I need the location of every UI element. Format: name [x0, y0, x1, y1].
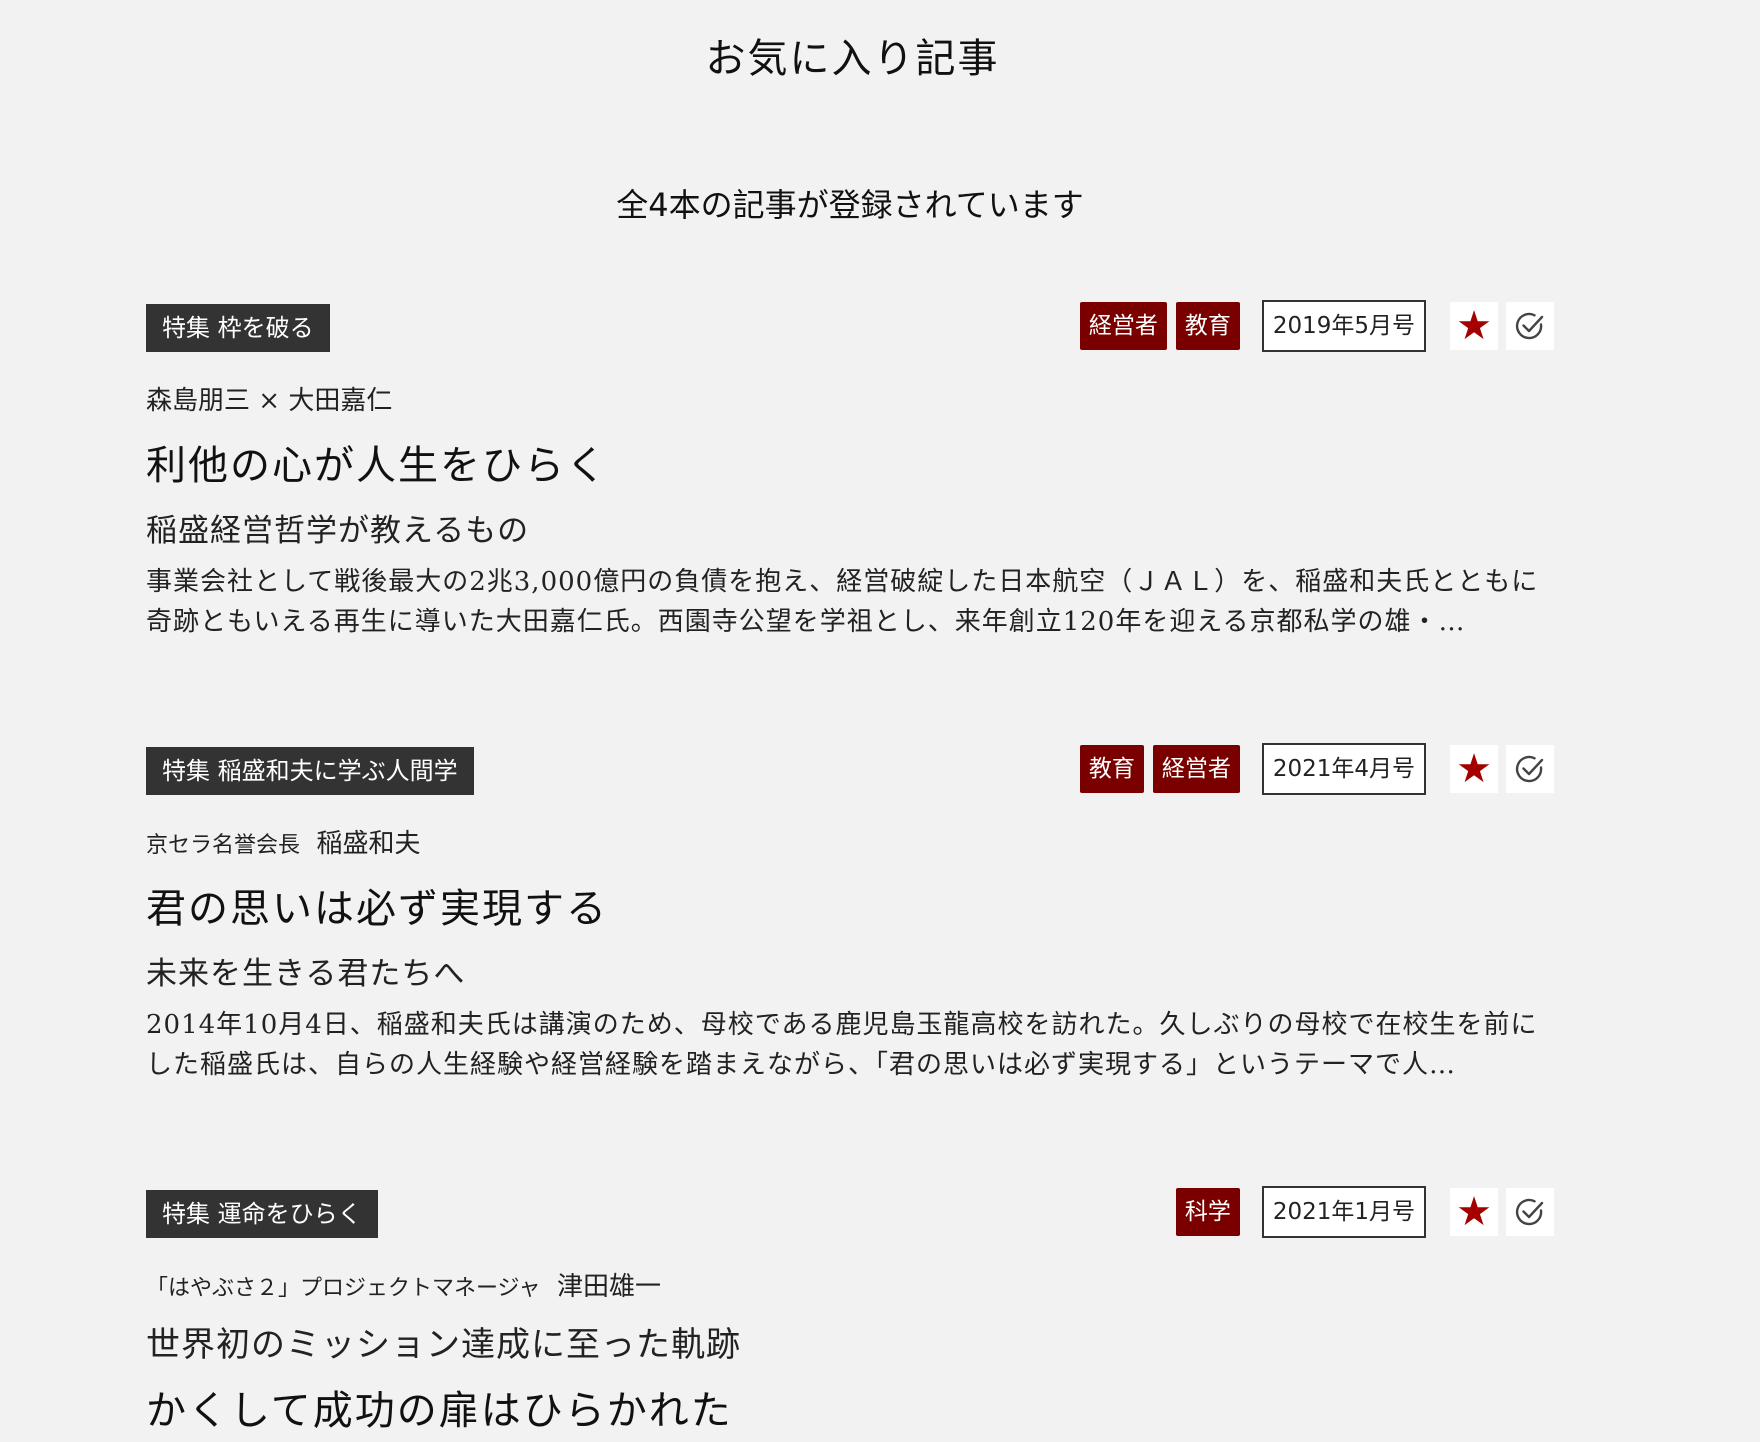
article-subhead: 稲盛経営哲学が教えるもの: [146, 513, 530, 549]
author-org: 京セラ名誉会長: [146, 833, 301, 858]
category-tag[interactable]: 教育: [1079, 745, 1144, 793]
issue-badge[interactable]: 2021年1月号: [1261, 1186, 1426, 1238]
article-headline[interactable]: 利他の心が人生をひらく: [146, 433, 1554, 491]
article-excerpt: 2014年10月4日、稲盛和夫氏は講演のため、母校である鹿児島玉龍高校を訪れた。…: [146, 1010, 1538, 1080]
issue-badge[interactable]: 2019年5月号: [1261, 300, 1426, 352]
mark-read-button[interactable]: [1506, 1188, 1554, 1236]
star-icon: ★: [1456, 303, 1492, 349]
star-icon: ★: [1456, 1189, 1492, 1235]
article-author: 森島朋三 × 大田嘉仁: [146, 380, 1554, 417]
article-meta: 教育 経営者 2021年4月号 ★: [1079, 743, 1554, 795]
category-tag[interactable]: 経営者: [1152, 745, 1240, 793]
article-meta: 科学 2021年1月号 ★: [1175, 1186, 1554, 1238]
article-meta: 経営者 教育 2019年5月号 ★: [1079, 300, 1554, 352]
check-circle-icon: [1515, 755, 1544, 783]
article-subhead: かくして成功の扉はひらかれた: [146, 1388, 733, 1434]
mark-read-button[interactable]: [1506, 745, 1554, 793]
article-subhead: 未来を生きる君たちへ: [146, 956, 466, 992]
article-headline[interactable]: 君の思いは必ず実現する: [146, 876, 1554, 934]
article-card[interactable]: 特集 枠を破る 経営者 教育 2019年5月号 ★ 森島朋三 × 大田嘉仁 利他…: [146, 300, 1554, 642]
page-title: お気に入り記事: [705, 36, 1000, 82]
author-name: 森島朋三 × 大田嘉仁: [146, 386, 393, 416]
feature-label[interactable]: 特集 枠を破る: [146, 304, 330, 352]
feature-label[interactable]: 特集 運命をひらく: [146, 1190, 378, 1238]
check-circle-icon: [1515, 312, 1544, 340]
check-circle-icon: [1515, 1198, 1544, 1226]
mark-read-button[interactable]: [1506, 302, 1554, 350]
author-name: 津田雄一: [557, 1272, 662, 1302]
star-icon: ★: [1456, 746, 1492, 792]
article-headline[interactable]: 世界初のミッション達成に至った軌跡: [146, 1317, 1554, 1366]
article-count: 全4本の記事が登録されています: [616, 186, 1084, 224]
favorite-button[interactable]: ★: [1450, 302, 1498, 350]
author-name: 稲盛和夫: [316, 829, 421, 859]
favorite-button[interactable]: ★: [1450, 1188, 1498, 1236]
article-excerpt: 事業会社として戦後最大の2兆3,000億円の負債を抱え、経営破綻した日本航空（Ｊ…: [146, 567, 1539, 637]
article-author: 京セラ名誉会長 稲盛和夫: [146, 823, 1554, 860]
article-author: 「はやぶさ２」プロジェクトマネージャ 津田雄一: [146, 1266, 1554, 1303]
issue-badge[interactable]: 2021年4月号: [1261, 743, 1426, 795]
feature-label[interactable]: 特集 稲盛和夫に学ぶ人間学: [146, 747, 474, 795]
favorite-button[interactable]: ★: [1450, 745, 1498, 793]
article-card[interactable]: 特集 稲盛和夫に学ぶ人間学 教育 経営者 2021年4月号 ★ 京セラ名誉会長 …: [146, 743, 1554, 1085]
category-tag[interactable]: 経営者: [1079, 302, 1167, 350]
category-tag[interactable]: 教育: [1175, 302, 1240, 350]
article-card[interactable]: 特集 運命をひらく 科学 2021年1月号 ★ 「はやぶさ２」プロジェクトマネー…: [146, 1186, 1554, 1436]
category-tag[interactable]: 科学: [1175, 1188, 1240, 1236]
author-org: 「はやぶさ２」プロジェクトマネージャ: [146, 1276, 541, 1301]
